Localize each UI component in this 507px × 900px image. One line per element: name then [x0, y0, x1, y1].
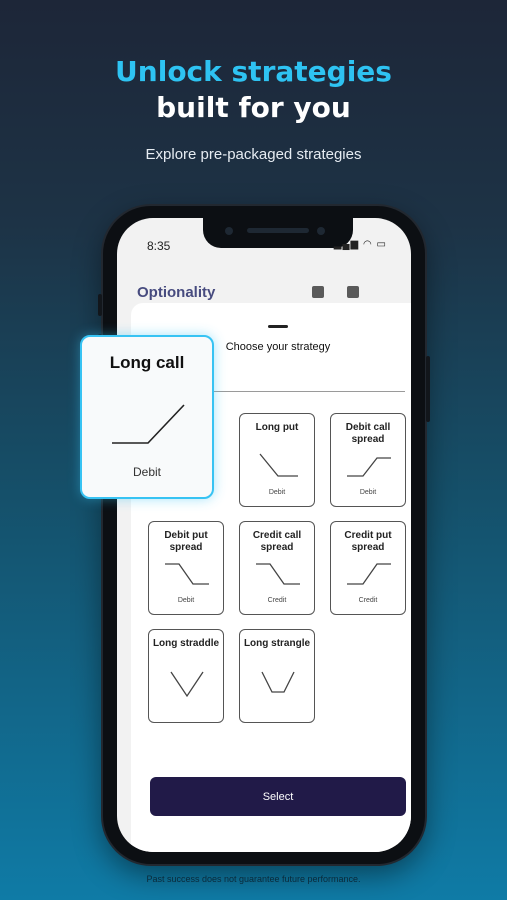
- featured-strategy-type: Debit: [132, 465, 161, 479]
- status-time: 8:35: [147, 239, 171, 253]
- strategy-card-long-put[interactable]: Long put Debit: [239, 413, 315, 507]
- phone-notch: [203, 218, 353, 248]
- strategy-name: Long put: [255, 422, 299, 433]
- strategy-card-long-straddle[interactable]: Long straddle: [148, 629, 224, 723]
- camera-icon: [225, 227, 233, 235]
- status-icons: ▂▄▆ ◠ ▭: [334, 239, 387, 250]
- featured-strategy-name: Long call: [109, 353, 185, 372]
- headline-line-1: Unlock strategies: [115, 55, 392, 88]
- strategy-name: Long strangle: [243, 638, 311, 649]
- headline-line-2: built for you: [156, 91, 351, 124]
- strategy-card-debit-put-spread[interactable]: Debit put spread Debit: [148, 521, 224, 615]
- notification-icon: [312, 286, 324, 298]
- background-app-header: Optionality: [137, 284, 397, 304]
- sheet-drag-handle[interactable]: [268, 325, 288, 328]
- battery-icon: ▭: [376, 239, 387, 250]
- phone-frame: 8:35 ▂▄▆ ◠ ▭ Optionality Choose your str…: [98, 206, 430, 864]
- disclaimer: Past success does not guarantee future p…: [146, 874, 361, 884]
- strategy-type: Debit: [177, 597, 195, 604]
- volume-button: [98, 294, 102, 316]
- strategy-card-credit-put-spread[interactable]: Credit put spread Credit: [330, 521, 406, 615]
- strategy-card-credit-call-spread[interactable]: Credit call spread Credit: [239, 521, 315, 615]
- select-button[interactable]: Select: [150, 777, 406, 816]
- strategy-name: Debit call spread: [345, 422, 391, 445]
- signal-icon: ▂▄▆: [333, 239, 360, 250]
- strategy-name: Credit call spread: [252, 530, 302, 553]
- subtitle: Explore pre-packaged strategies: [145, 146, 362, 163]
- speaker-grille: [247, 228, 309, 233]
- phone-screen: 8:35 ▂▄▆ ◠ ▭ Optionality Choose your str…: [117, 218, 411, 852]
- account-icon: [347, 286, 359, 298]
- background-app-logo: Optionality: [137, 284, 216, 301]
- strategy-type: Credit: [358, 597, 378, 604]
- strategy-type: Debit: [268, 489, 286, 496]
- sensor-icon: [317, 227, 325, 235]
- strategy-name: Debit put spread: [164, 530, 208, 553]
- strategy-type: Debit: [359, 489, 377, 496]
- strategy-name: Long straddle: [152, 638, 220, 649]
- featured-strategy-card-long-call[interactable]: Long call Debit: [80, 335, 214, 499]
- strategy-name: Credit put spread: [344, 530, 392, 553]
- strategy-card-long-strangle[interactable]: Long strangle: [239, 629, 315, 723]
- strategy-card-debit-call-spread[interactable]: Debit call spread Debit: [330, 413, 406, 507]
- power-button: [426, 356, 430, 422]
- strategy-type: Credit: [267, 597, 287, 604]
- wifi-icon: ◠: [363, 239, 373, 250]
